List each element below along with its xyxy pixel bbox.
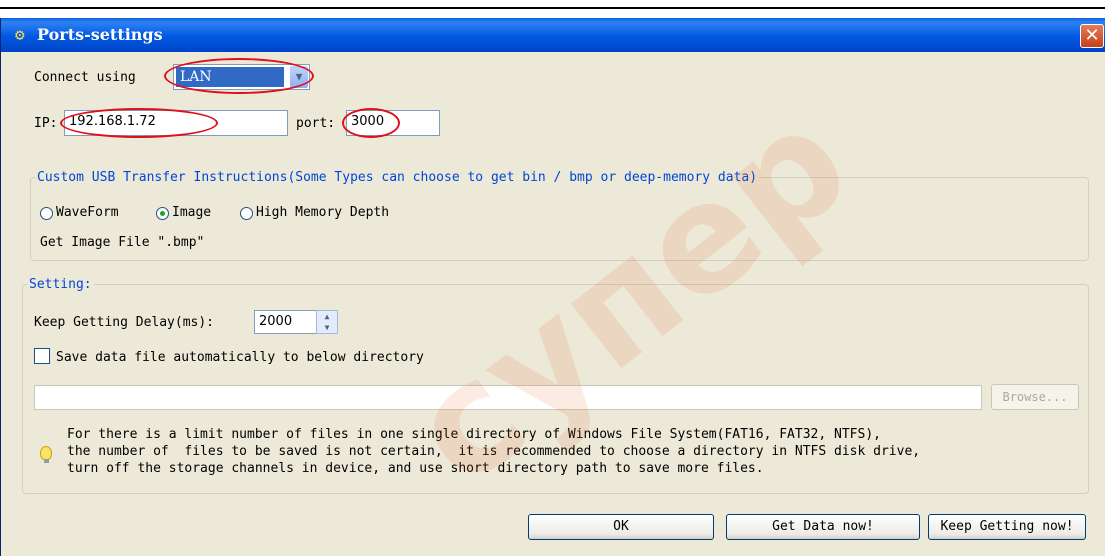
close-button[interactable]: ✕ <box>1080 24 1104 48</box>
close-icon: ✕ <box>1084 25 1100 46</box>
ok-button[interactable]: OK <box>528 514 714 540</box>
delay-spinner[interactable]: ▲ ▼ <box>316 310 338 334</box>
radio-image[interactable] <box>156 207 169 220</box>
connect-using-label: Connect using <box>34 70 136 85</box>
title-bar[interactable]: ⚙ Ports-settings ✕ <box>1 18 1105 52</box>
delay-label: Keep Getting Delay(ms): <box>34 315 215 330</box>
get-data-now-button[interactable]: Get Data now! <box>726 514 920 540</box>
radio-waveform-label: WaveForm <box>56 205 119 220</box>
save-checkbox[interactable] <box>34 348 50 364</box>
gears-icon: ⚙ <box>15 25 25 44</box>
window-title: Ports-settings <box>37 25 163 44</box>
highlight-ellipse-port <box>342 108 400 138</box>
radio-high-memory-depth[interactable] <box>240 207 253 220</box>
radio-waveform[interactable] <box>40 207 53 220</box>
highlight-ellipse-ip <box>60 108 218 138</box>
radio-high-memory-label: High Memory Depth <box>256 205 390 220</box>
save-checkbox-label: Save data file automatically to below di… <box>56 350 424 365</box>
setting-group-legend: Setting: <box>29 277 92 292</box>
port-label: port: <box>296 116 336 131</box>
delay-input[interactable]: 2000 <box>254 310 318 334</box>
ip-label: IP: <box>34 116 58 131</box>
spin-up-icon[interactable]: ▲ <box>317 311 337 322</box>
keep-getting-now-button[interactable]: Keep Getting now! <box>928 514 1086 540</box>
highlight-ellipse-connect <box>164 58 314 94</box>
spin-down-icon[interactable]: ▼ <box>317 322 337 333</box>
image-file-info: Get Image File ".bmp" <box>40 235 205 250</box>
radio-image-label: Image <box>172 205 212 220</box>
lightbulb-icon <box>40 446 52 463</box>
top-border-line <box>0 7 1105 9</box>
browse-button[interactable]: Browse... <box>991 384 1079 410</box>
